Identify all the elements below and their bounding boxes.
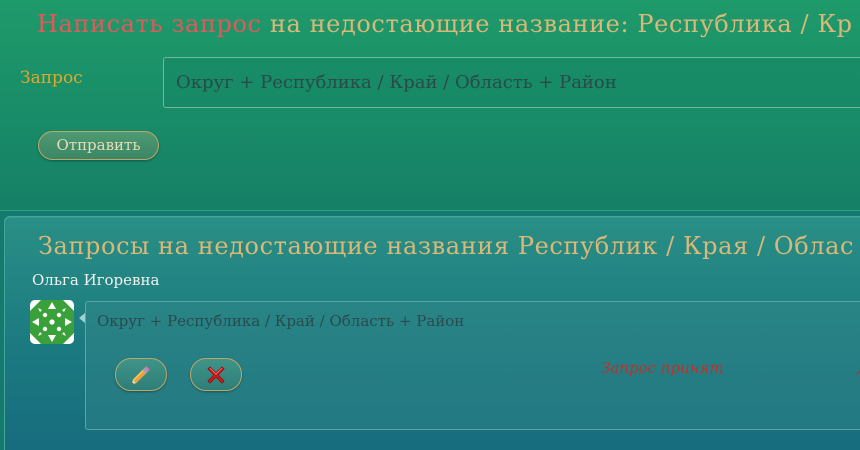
request-form-title-accent: Написать запрос — [37, 10, 262, 38]
pencil-icon — [131, 365, 150, 384]
red-x-icon — [207, 365, 225, 384]
edit-button[interactable] — [115, 358, 167, 391]
delete-button[interactable] — [190, 358, 242, 391]
request-card-text: Округ + Республика / Край / Область + Ра… — [97, 312, 465, 330]
request-form-title: Написать запрос на недостающие название:… — [37, 10, 853, 38]
avatar-identicon-icon — [30, 300, 74, 344]
request-card: Округ + Республика / Край / Область + Ра… — [85, 301, 860, 430]
request-form-panel: Написать запрос на недостающие название:… — [0, 0, 860, 211]
requests-list-title: Запросы на недостающие названия Республи… — [38, 232, 855, 260]
request-form-title-rest: на недостающие название: Республика / Кр — [269, 10, 853, 38]
request-label: Запрос — [20, 68, 83, 88]
submit-button[interactable]: Отправить — [38, 131, 159, 160]
request-author: Ольга Игоревна — [32, 271, 160, 289]
request-status: Запрос принят — [601, 359, 724, 377]
request-input[interactable]: Округ + Республика / Край / Область + Ра… — [163, 57, 860, 108]
avatar — [30, 300, 74, 344]
